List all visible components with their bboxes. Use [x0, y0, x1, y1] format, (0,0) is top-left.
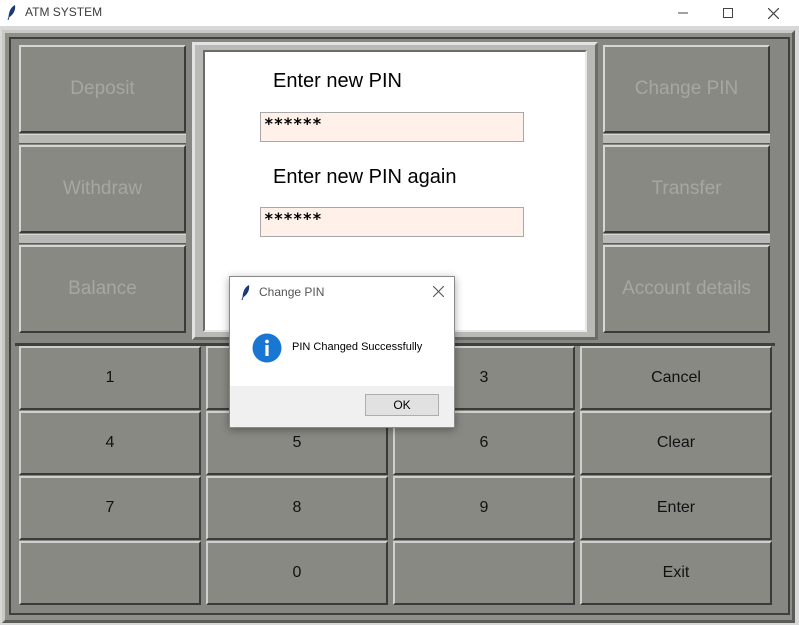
blank-key[interactable]	[393, 541, 575, 605]
close-button[interactable]	[750, 0, 796, 26]
key-9[interactable]: 9	[393, 476, 575, 540]
ok-button[interactable]: OK	[365, 394, 439, 416]
minimize-icon	[678, 12, 688, 14]
separator	[603, 134, 770, 144]
separator	[19, 234, 186, 244]
minimize-button[interactable]	[660, 0, 706, 26]
new-pin-input[interactable]: ******	[260, 112, 524, 142]
confirm-pin-input[interactable]: ******	[260, 207, 524, 237]
key-7[interactable]: 7	[19, 476, 201, 540]
clear-button[interactable]: Clear	[580, 411, 772, 475]
key-0[interactable]: 0	[206, 541, 388, 605]
balance-button[interactable]: Balance	[19, 245, 186, 333]
close-icon	[432, 285, 444, 297]
feather-icon	[241, 285, 250, 300]
feather-icon	[7, 5, 16, 20]
separator	[19, 134, 186, 144]
key-8[interactable]: 8	[206, 476, 388, 540]
dialog-title: Change PIN	[259, 285, 325, 299]
deposit-button[interactable]: Deposit	[19, 45, 186, 133]
key-4[interactable]: 4	[19, 411, 201, 475]
info-icon	[252, 333, 282, 363]
message-dialog: Change PIN PIN Changed Successfully OK	[229, 276, 455, 428]
dialog-message: PIN Changed Successfully	[292, 341, 423, 353]
dialog-close-button[interactable]	[427, 280, 449, 302]
window-title: ATM SYSTEM	[25, 5, 103, 19]
confirm-pin-label: Enter new PIN again	[273, 166, 457, 188]
close-icon	[767, 7, 779, 19]
dialog-footer: OK	[230, 386, 454, 427]
blank-key[interactable]	[19, 541, 201, 605]
maximize-button[interactable]	[705, 0, 751, 26]
key-1[interactable]: 1	[19, 346, 201, 410]
exit-button[interactable]: Exit	[580, 541, 772, 605]
transfer-button[interactable]: Transfer	[603, 145, 770, 233]
enter-button[interactable]: Enter	[580, 476, 772, 540]
withdraw-button[interactable]: Withdraw	[19, 145, 186, 233]
account-details-button[interactable]: Account details	[603, 245, 770, 333]
change-pin-button[interactable]: Change PIN	[603, 45, 770, 133]
maximize-icon	[723, 8, 733, 18]
new-pin-label: Enter new PIN	[273, 70, 402, 92]
cancel-button[interactable]: Cancel	[580, 346, 772, 410]
separator	[603, 234, 770, 244]
